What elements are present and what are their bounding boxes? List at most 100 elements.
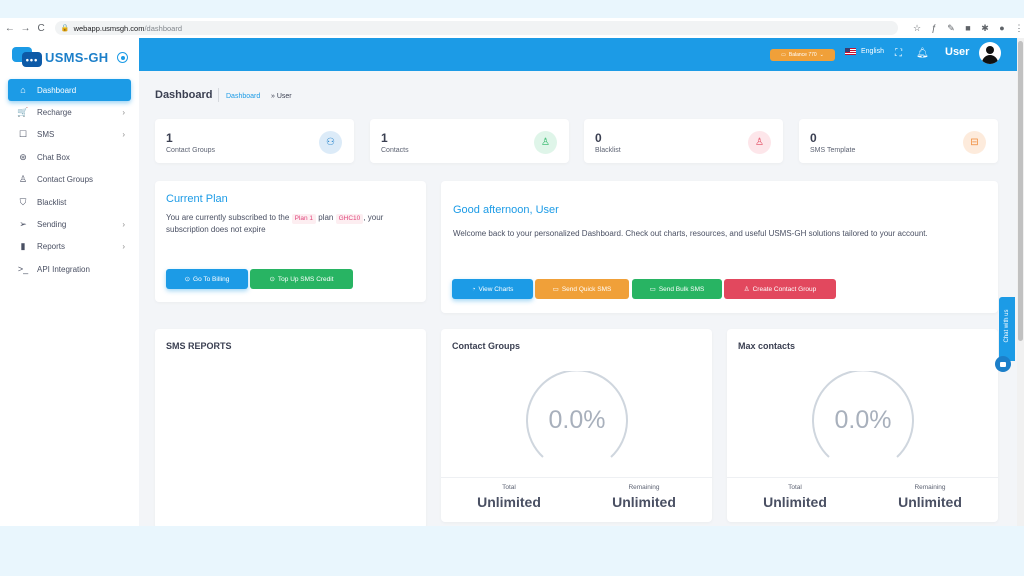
sidebar-item-label: Dashboard bbox=[37, 85, 77, 95]
bell-icon[interactable]: 🔔︎ bbox=[916, 48, 929, 59]
stat-card-contact-groups: 1 Contact Groups ⚇ bbox=[155, 119, 354, 163]
plan-description: You are currently subscribed to the Plan… bbox=[166, 212, 418, 236]
max-contacts-card: Max contacts 0.0% Total Unlimited Remain… bbox=[727, 329, 998, 522]
sidebar: ••• USMS-GH ⌂ Dashboard 🛒 Recharge › ☐ SMS › ⊛ Ch… bbox=[0, 38, 139, 526]
billing-button-label: Go To Billing bbox=[193, 275, 230, 283]
contact-groups-card: Contact Groups 0.0% Total Unlimited Rema… bbox=[441, 329, 712, 522]
topup-button-label: Top Up SMS Credit bbox=[277, 275, 334, 283]
page-scrollbar[interactable] bbox=[1017, 38, 1024, 526]
extension-badge-icon[interactable]: ■ bbox=[963, 23, 973, 33]
users-icon: ⚇ bbox=[319, 131, 342, 154]
view-charts-label: View Charts bbox=[478, 285, 514, 293]
chart-pie-icon: ◔ bbox=[471, 285, 476, 293]
stat-label: Blacklist bbox=[595, 147, 621, 154]
extension-fx-icon[interactable]: ƒ bbox=[929, 23, 939, 33]
star-icon[interactable]: ☆ bbox=[912, 23, 922, 34]
total-label: Total bbox=[502, 484, 516, 491]
sidebar-item-label: Reports bbox=[37, 242, 66, 252]
sms-reports-title: SMS REPORTS bbox=[166, 341, 232, 351]
breadcrumb-link-dashboard[interactable]: Dashboard bbox=[226, 93, 260, 100]
logo-text: USMS-GH bbox=[45, 49, 109, 65]
stat-card-blacklist: 0 Blacklist ♙ bbox=[584, 119, 783, 163]
sidebar-toggle-icon[interactable] bbox=[117, 52, 128, 63]
chevron-right-icon: › bbox=[122, 130, 125, 140]
total-stat: Total Unlimited bbox=[750, 484, 840, 510]
topbar: ▭ Balance 770 ⌄ English ⛶ 🔔︎ User bbox=[139, 38, 1017, 71]
remaining-label: Remaining bbox=[914, 484, 946, 491]
sidebar-menu: ⌂ Dashboard 🛒 Recharge › ☐ SMS › ⊛ Chat Box ♙ Conta… bbox=[8, 79, 131, 281]
chat-with-us-tab[interactable]: Chat with us bbox=[999, 297, 1015, 361]
remaining-label: Remaining bbox=[628, 484, 660, 491]
sidebar-item-reports[interactable]: ▮ Reports › bbox=[8, 236, 131, 258]
plan-name-badge: Plan 1 bbox=[291, 214, 317, 224]
avatar[interactable] bbox=[979, 42, 1001, 64]
gauge-percent: 0.0% bbox=[834, 406, 892, 434]
breadcrumb-divider bbox=[218, 88, 219, 102]
chat-icon: ⊛ bbox=[19, 151, 27, 162]
sidebar-item-recharge[interactable]: 🛒 Recharge › bbox=[8, 101, 131, 123]
puzzle-icon[interactable]: ✱ bbox=[980, 23, 990, 34]
language-selector[interactable]: English bbox=[845, 48, 884, 55]
sidebar-item-contact-groups[interactable]: ♙ Contact Groups bbox=[8, 169, 131, 191]
send-bulk-label: Send Bulk SMS bbox=[658, 285, 705, 293]
remaining-value: Unlimited bbox=[898, 494, 962, 510]
send-bulk-sms-button[interactable]: ▭ Send Bulk SMS bbox=[632, 279, 722, 299]
url-path: /dashboard bbox=[144, 23, 182, 33]
chevron-down-icon: ⌄ bbox=[819, 52, 824, 58]
chevron-right-icon: › bbox=[122, 242, 125, 252]
sidebar-item-dashboard[interactable]: ⌂ Dashboard bbox=[8, 79, 131, 102]
max-contacts-gauge: 0.0% bbox=[811, 369, 915, 475]
fullscreen-icon[interactable]: ⛶ bbox=[895, 48, 902, 59]
user-x-icon: ♙ bbox=[748, 131, 771, 154]
create-contact-group-button[interactable]: ♙ Create Contact Group bbox=[724, 279, 836, 299]
greeting-text: Good afternoon, bbox=[453, 204, 533, 216]
contact-groups-gauge: 0.0% bbox=[525, 369, 629, 475]
total-label: Total bbox=[788, 484, 802, 491]
back-icon[interactable]: ← bbox=[4, 23, 16, 34]
total-stat: Total Unlimited bbox=[464, 484, 554, 510]
forward-icon[interactable]: → bbox=[20, 23, 32, 34]
message-icon: ☐ bbox=[18, 129, 28, 140]
brand-logo[interactable]: ••• USMS-GH bbox=[12, 47, 109, 67]
top-up-credit-button[interactable]: ⊙ Top Up SMS Credit bbox=[250, 269, 353, 289]
url-host: webapp.usmsgh.com bbox=[73, 23, 145, 33]
user-icon: ♙ bbox=[743, 286, 750, 293]
plan-title: Current Plan bbox=[166, 193, 228, 205]
sidebar-item-sending[interactable]: ➢ Sending › bbox=[8, 213, 131, 235]
chat-bubble-icon[interactable] bbox=[995, 356, 1011, 372]
sidebar-item-label: Blacklist bbox=[37, 197, 67, 207]
profile-icon[interactable]: ● bbox=[997, 23, 1007, 33]
message-icon: ▭ bbox=[552, 286, 559, 293]
stat-value: 0 bbox=[595, 131, 602, 145]
welcome-card: Good afternoon, User Welcome back to you… bbox=[441, 181, 998, 313]
stat-label: Contacts bbox=[381, 147, 409, 154]
stat-card-sms-template: 0 SMS Template ⊟ bbox=[799, 119, 998, 163]
sidebar-item-api-integration[interactable]: >_ API Integration bbox=[8, 258, 131, 280]
greeting: Good afternoon, User bbox=[453, 204, 559, 216]
clock-icon: ⊙ bbox=[184, 276, 191, 283]
reload-icon[interactable]: C bbox=[35, 23, 47, 34]
sidebar-item-sms[interactable]: ☐ SMS › bbox=[8, 124, 131, 146]
contact-groups-title: Contact Groups bbox=[452, 341, 521, 351]
stat-value: 1 bbox=[381, 131, 388, 145]
send-quick-sms-button[interactable]: ▭ Send Quick SMS bbox=[535, 279, 629, 299]
more-icon[interactable]: ⋮ bbox=[1014, 23, 1024, 34]
chevron-right-icon: › bbox=[122, 220, 125, 230]
view-charts-button[interactable]: ◔ View Charts bbox=[452, 279, 533, 299]
user-icon: ♙ bbox=[534, 131, 557, 154]
welcome-message: Welcome back to your personalized Dashbo… bbox=[453, 229, 928, 238]
gauge-percent: 0.0% bbox=[548, 406, 606, 434]
send-icon: ➢ bbox=[19, 219, 27, 230]
address-bar[interactable]: 🔒 webapp.usmsgh.com/dashboard bbox=[54, 21, 898, 35]
user-name[interactable]: User bbox=[945, 46, 969, 58]
extension-pen-icon[interactable]: ✎ bbox=[946, 23, 956, 34]
terminal-icon: >_ bbox=[17, 264, 29, 275]
sidebar-item-chat-box[interactable]: ⊛ Chat Box bbox=[8, 146, 131, 168]
go-to-billing-button[interactable]: ⊙ Go To Billing bbox=[166, 269, 248, 289]
balance-button[interactable]: ▭ Balance 770 ⌄ bbox=[770, 49, 835, 61]
sidebar-item-blacklist[interactable]: ⛉ Blacklist bbox=[8, 191, 131, 213]
cart-icon: 🛒 bbox=[17, 107, 29, 118]
current-plan-card: Current Plan You are currently subscribe… bbox=[155, 181, 426, 302]
logo-mark-dots: ••• bbox=[22, 52, 42, 67]
clock-icon: ⊙ bbox=[269, 276, 275, 283]
